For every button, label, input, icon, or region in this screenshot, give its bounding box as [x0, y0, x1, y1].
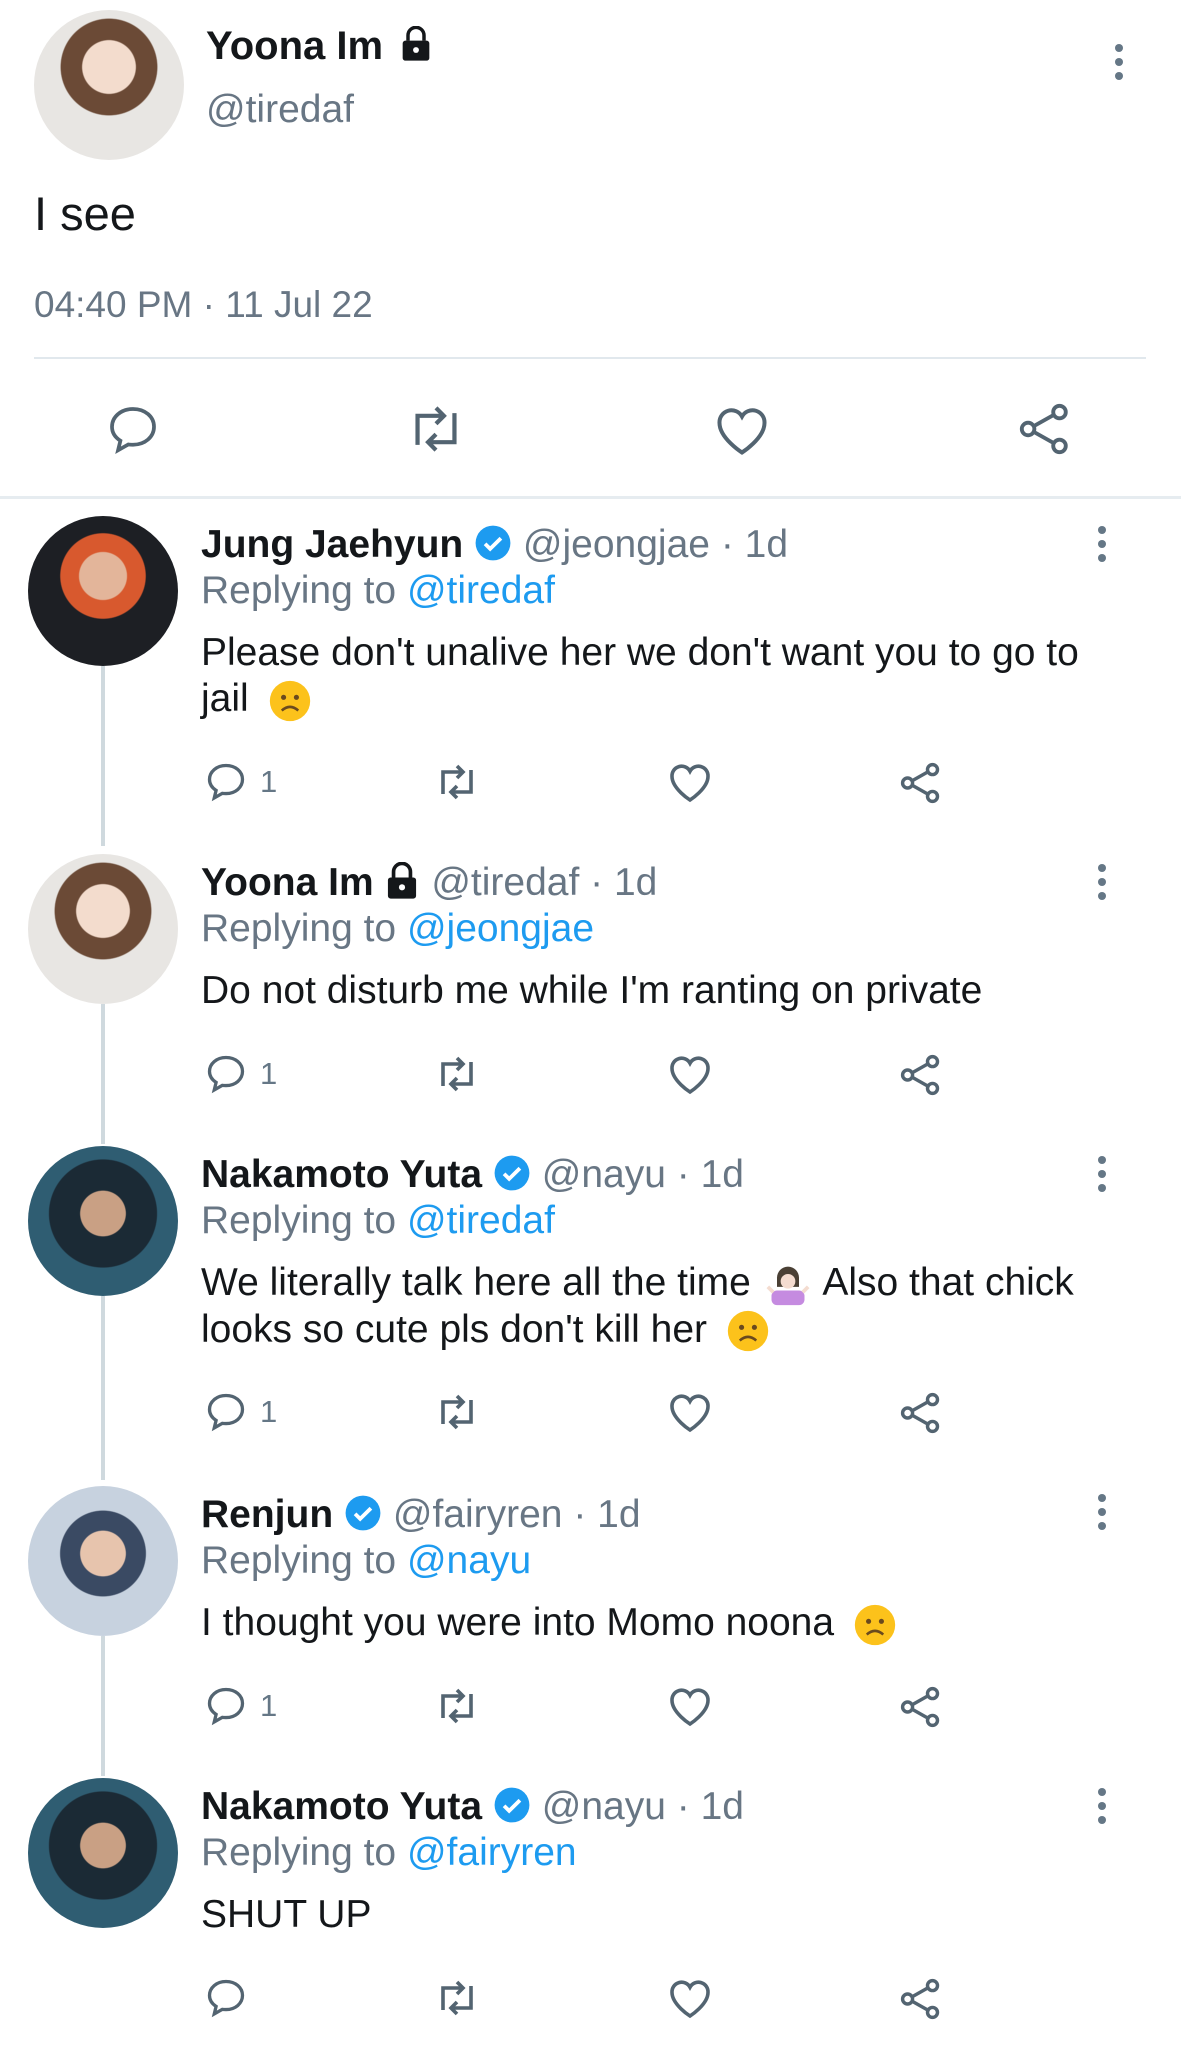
reply-count: 1 [260, 1688, 278, 1723]
more-vertical-icon[interactable] [1094, 1788, 1110, 1830]
share-icon[interactable] [1016, 400, 1074, 458]
tweet-text: Please don't unalive her we don't want y… [201, 630, 1141, 723]
verified-badge-icon [494, 1787, 530, 1823]
share-icon[interactable] [898, 760, 944, 806]
share-icon[interactable] [898, 1684, 944, 1730]
verified-badge-icon [345, 1495, 381, 1531]
tweet-text: Do not disturb me while I'm ranting on p… [201, 969, 983, 1012]
tweet-text-line: jail [201, 677, 249, 720]
reply-icon[interactable] [204, 1390, 248, 1434]
retweet-icon[interactable] [432, 1390, 482, 1434]
avatar[interactable] [28, 1778, 178, 1928]
shrug-emoji-icon [766, 1266, 810, 1305]
reply-count: 1 [260, 764, 278, 799]
author-handle[interactable]: @tiredaf [431, 861, 579, 904]
verified-badge-icon [494, 1155, 530, 1191]
tweet-time: · 1d [573, 1493, 641, 1536]
reply-icon[interactable] [204, 1684, 248, 1728]
tweet-time: · 1d [676, 1153, 744, 1196]
more-vertical-icon[interactable] [1094, 1156, 1110, 1198]
frowning-face-icon [727, 1311, 769, 1352]
replying-to-link[interactable]: @fairyren [407, 1831, 577, 1874]
frowning-face-icon [269, 680, 310, 721]
avatar[interactable] [34, 10, 184, 160]
author-handle[interactable]: @fairyren [393, 1493, 563, 1536]
tweet-time: · 1d [590, 861, 658, 904]
more-vertical-icon[interactable] [1094, 1494, 1110, 1536]
share-icon[interactable] [898, 1976, 944, 2022]
reply-count: 1 [260, 1056, 278, 1091]
author-name[interactable]: Yoona Im [201, 861, 374, 904]
retweet-icon[interactable] [432, 1684, 482, 1728]
tweet-text-line: looks so cute pls don't kill her [201, 1307, 708, 1351]
author-name[interactable]: Renjun [201, 1493, 333, 1536]
heart-icon[interactable] [712, 402, 772, 458]
reply-count: 1 [260, 1394, 278, 1429]
thread-line [101, 1296, 105, 1480]
thread-line [101, 1636, 105, 1776]
lock-icon [402, 26, 430, 62]
avatar[interactable] [28, 1486, 178, 1636]
author-name[interactable]: Yoona Im [206, 24, 383, 68]
heart-icon[interactable] [666, 1052, 714, 1096]
heart-icon[interactable] [666, 1976, 714, 2020]
author-name[interactable]: Nakamoto Yuta [201, 1785, 482, 1828]
divider [34, 357, 1146, 359]
tweet-text: SHUT UP [201, 1893, 372, 1936]
replying-label: Replying to [201, 1831, 397, 1874]
author-handle[interactable]: @nayu [542, 1153, 666, 1196]
tweet-timestamp: 04:40 PM · 11 Jul 22 [34, 284, 373, 325]
tweet-text-line: I thought you were into Momo noona [201, 1601, 835, 1644]
reply-icon[interactable] [204, 1976, 248, 2020]
author-handle[interactable]: @jeongjae [523, 523, 710, 566]
heart-icon[interactable] [666, 760, 714, 804]
avatar[interactable] [28, 516, 178, 666]
avatar[interactable] [28, 854, 178, 1004]
author-handle[interactable]: @tiredaf [206, 88, 354, 132]
reply-icon[interactable] [104, 402, 162, 458]
thread-line [101, 666, 105, 846]
section-divider [0, 496, 1181, 499]
tweet-time: · 1d [676, 1785, 744, 1828]
more-vertical-icon[interactable] [1094, 864, 1110, 906]
author-name[interactable]: Jung Jaehyun [201, 523, 463, 566]
replying-to-link[interactable]: @nayu [407, 1539, 531, 1582]
tweet-text: We literally talk here all the time Also… [201, 1260, 1161, 1353]
reply-icon[interactable] [204, 1052, 248, 1096]
more-vertical-icon[interactable] [1094, 526, 1110, 568]
replying-label: Replying to [201, 1199, 397, 1242]
thread-line [101, 1004, 105, 1144]
replying-label: Replying to [201, 1539, 397, 1582]
author-handle[interactable]: @nayu [542, 1785, 666, 1828]
author-name[interactable]: Nakamoto Yuta [201, 1153, 482, 1196]
share-icon[interactable] [898, 1052, 944, 1098]
replying-to-link[interactable]: @jeongjae [407, 907, 594, 950]
heart-icon[interactable] [666, 1684, 714, 1728]
tweet-text: I see [34, 187, 136, 240]
retweet-icon[interactable] [432, 1052, 482, 1096]
share-icon[interactable] [898, 1390, 944, 1436]
replying-to-link[interactable]: @tiredaf [407, 1199, 555, 1242]
tweet-text-line: Please don't unalive her we don't want y… [201, 631, 1079, 674]
replying-to-link[interactable]: @tiredaf [407, 569, 555, 612]
tweet-time: · 1d [720, 523, 789, 566]
more-vertical-icon[interactable] [1111, 44, 1127, 86]
frowning-face-icon [854, 1604, 896, 1645]
tweet-text: I thought you were into Momo noona [201, 1600, 897, 1647]
retweet-icon[interactable] [432, 1976, 482, 2020]
heart-icon[interactable] [666, 1390, 714, 1434]
tweet-text-line: We literally talk here all the time [201, 1261, 751, 1304]
replying-label: Replying to [201, 569, 397, 612]
verified-badge-icon [475, 525, 511, 561]
retweet-icon[interactable] [432, 760, 482, 804]
avatar[interactable] [28, 1146, 178, 1296]
replying-label: Replying to [201, 907, 397, 950]
reply-icon[interactable] [204, 760, 248, 804]
lock-icon [388, 861, 417, 899]
tweet-text-line: Also that chick [822, 1261, 1074, 1304]
retweet-icon[interactable] [404, 400, 468, 458]
